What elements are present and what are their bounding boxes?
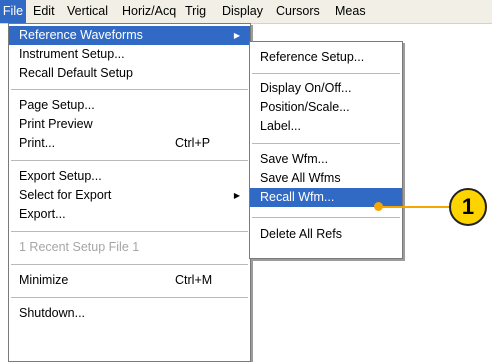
- menu-item-label: Reference Waveforms: [19, 28, 143, 42]
- menu-item-shutdown[interactable]: Shutdown...: [9, 304, 250, 323]
- menu-item-export[interactable]: Export...: [9, 205, 250, 224]
- menu-item-export-setup[interactable]: Export Setup...: [9, 167, 250, 186]
- menu-item-reference-setup[interactable]: Reference Setup...: [250, 48, 402, 67]
- menu-edit[interactable]: Edit: [33, 0, 55, 23]
- menu-item-save-all-wfms[interactable]: Save All Wfms: [250, 169, 402, 188]
- file-menu: Reference Waveforms ▶ Instrument Setup..…: [8, 23, 251, 362]
- menu-item-label: Recall Wfm...: [260, 190, 335, 204]
- menu-separator: [11, 297, 248, 298]
- menu-file[interactable]: File: [0, 0, 26, 23]
- menu-item-label: Export...: [19, 207, 66, 221]
- menu-item-label: Export Setup...: [19, 169, 102, 183]
- menu-item-select-for-export[interactable]: Select for Export ▶: [9, 186, 250, 205]
- menu-separator: [11, 231, 248, 232]
- menu-bar: File Edit Vertical Horiz/Acq Trig Displa…: [0, 0, 492, 24]
- submenu-arrow-icon: ▶: [233, 31, 240, 40]
- menu-item-label: Display On/Off...: [260, 81, 352, 95]
- menu-item-display-on-off[interactable]: Display On/Off...: [250, 79, 402, 98]
- reference-waveforms-submenu: Reference Setup... Display On/Off... Pos…: [249, 41, 403, 259]
- menu-item-label: Delete All Refs: [260, 227, 342, 241]
- menu-trig[interactable]: Trig: [185, 0, 206, 23]
- menu-item-position-scale[interactable]: Position/Scale...: [250, 98, 402, 117]
- menu-item-label: Print Preview: [19, 117, 93, 131]
- menu-item-label: Minimize: [19, 273, 69, 287]
- menu-item-reference-waveforms[interactable]: Reference Waveforms ▶: [9, 26, 250, 45]
- menu-item-label-edit[interactable]: Label...: [250, 117, 402, 136]
- menu-item-label: Save All Wfms: [260, 171, 341, 185]
- menu-item-label: Reference Setup...: [260, 50, 365, 64]
- menu-separator: [252, 217, 400, 218]
- shortcut-label: Ctrl+P: [175, 136, 211, 150]
- menu-item-label: Label...: [260, 119, 302, 133]
- callout-dot: [374, 202, 383, 211]
- menu-item-print-preview[interactable]: Print Preview: [9, 115, 250, 134]
- menu-item-label: Page Setup...: [19, 98, 95, 112]
- menu-horiz-acq[interactable]: Horiz/Acq: [122, 0, 176, 23]
- menu-separator: [11, 89, 248, 90]
- menu-item-label: Shutdown...: [19, 306, 86, 320]
- menu-item-page-setup[interactable]: Page Setup...: [9, 96, 250, 115]
- menu-item-label: 1 Recent Setup File 1: [19, 240, 140, 254]
- callout-number-badge: 1: [449, 188, 487, 226]
- shortcut-label: Ctrl+M: [175, 273, 213, 287]
- menu-item-minimize[interactable]: Minimize Ctrl+M: [9, 271, 250, 290]
- submenu-arrow-icon: ▶: [233, 191, 240, 200]
- menu-item-recent-setup-file[interactable]: 1 Recent Setup File 1: [9, 238, 250, 257]
- menu-item-recall-default-setup[interactable]: Recall Default Setup: [9, 64, 250, 83]
- menu-meas[interactable]: Meas: [335, 0, 366, 23]
- menu-separator: [11, 264, 248, 265]
- menu-item-delete-all-refs[interactable]: Delete All Refs: [250, 225, 402, 244]
- menu-item-label: Select for Export: [19, 188, 112, 202]
- menu-item-label: Print...: [19, 136, 56, 150]
- callout-line: [378, 206, 452, 208]
- menu-vertical[interactable]: Vertical: [67, 0, 108, 23]
- menu-cursors[interactable]: Cursors: [276, 0, 320, 23]
- menu-item-label: Position/Scale...: [260, 100, 350, 114]
- menu-separator: [11, 160, 248, 161]
- menu-item-instrument-setup[interactable]: Instrument Setup...: [9, 45, 250, 64]
- menu-item-save-wfm[interactable]: Save Wfm...: [250, 150, 402, 169]
- menu-item-label: Save Wfm...: [260, 152, 329, 166]
- menu-separator: [252, 143, 400, 144]
- menu-item-label: Recall Default Setup: [19, 66, 133, 80]
- menu-item-label: Instrument Setup...: [19, 47, 125, 61]
- menu-item-print[interactable]: Print... Ctrl+P: [9, 134, 250, 153]
- menu-separator: [252, 73, 400, 74]
- menu-display[interactable]: Display: [222, 0, 263, 23]
